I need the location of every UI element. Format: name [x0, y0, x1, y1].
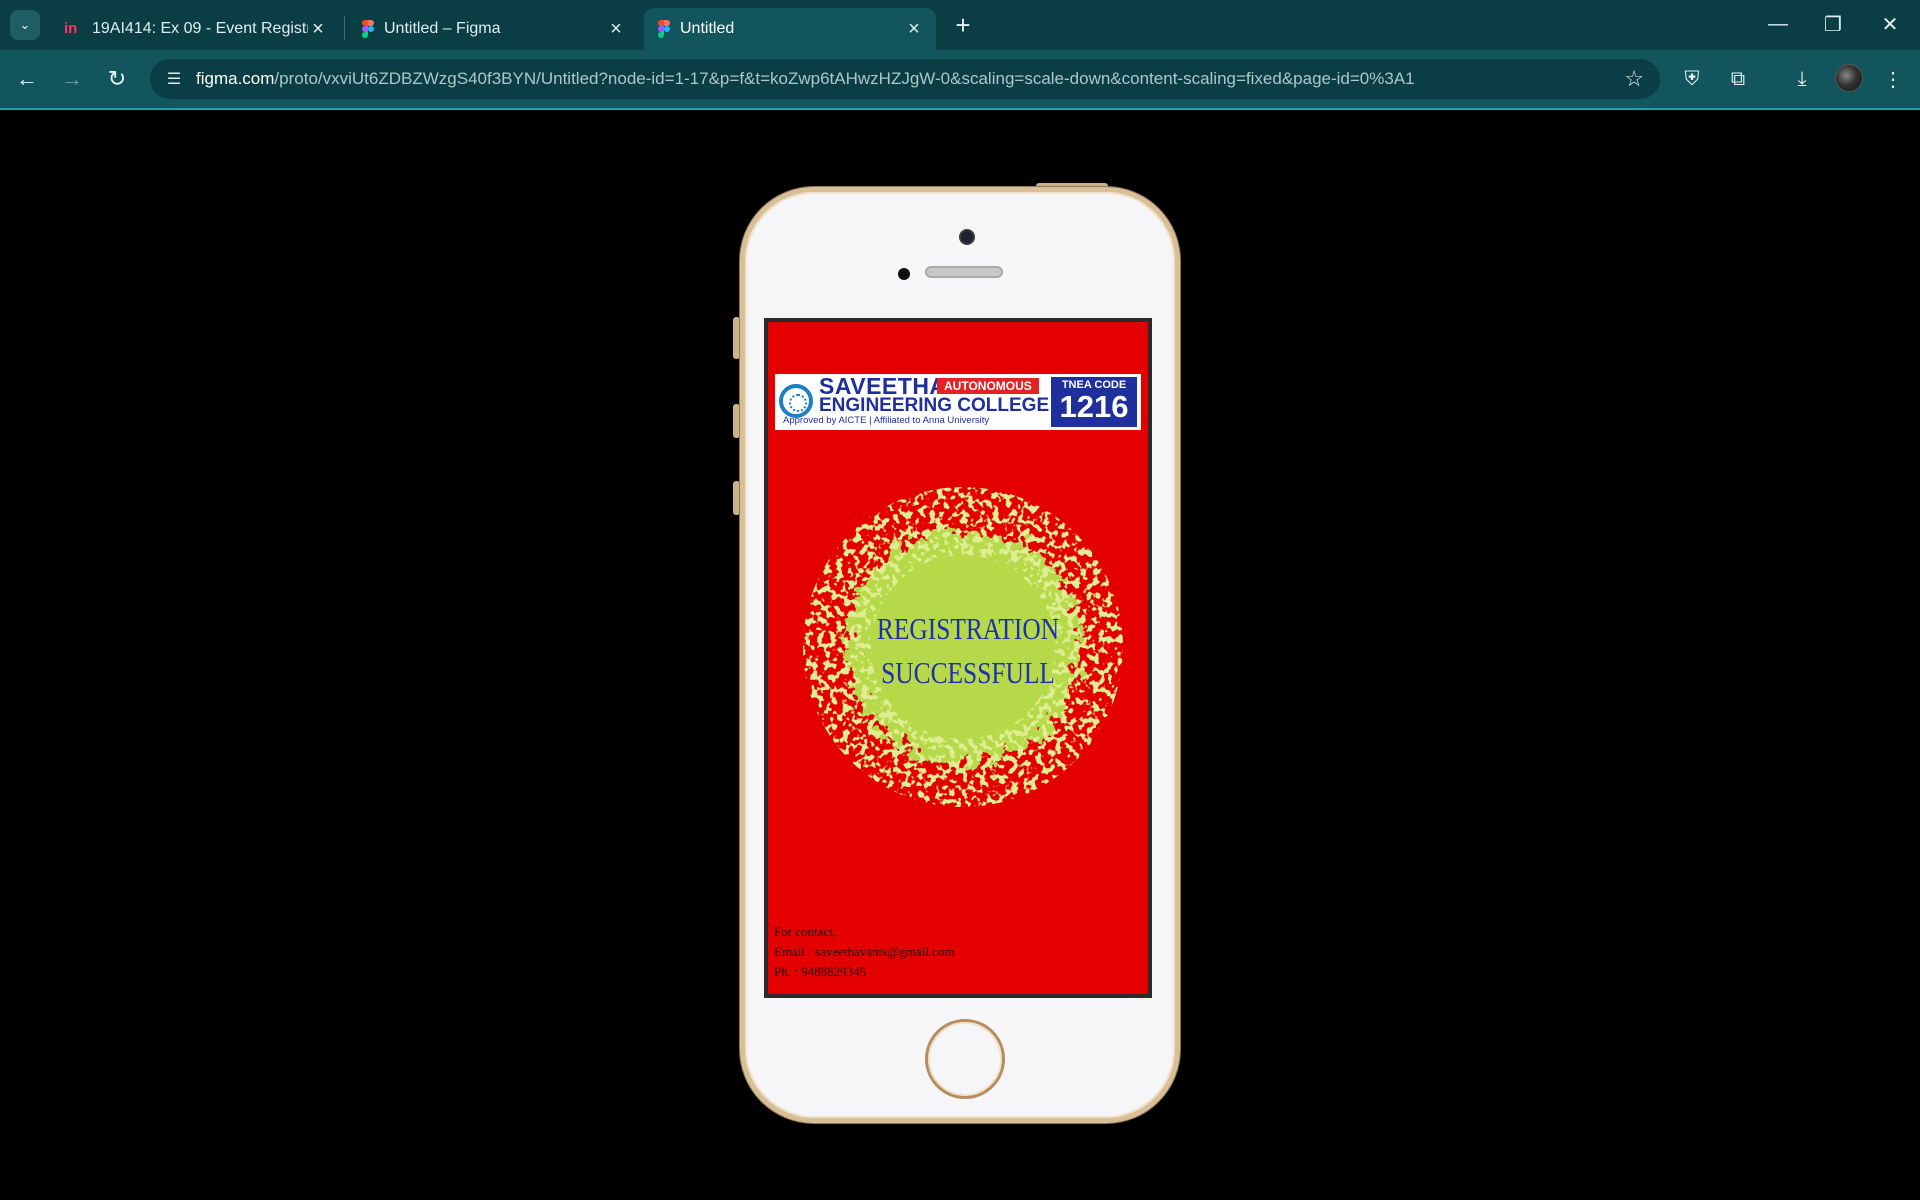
invision-icon: in: [64, 20, 78, 37]
contact-info: For contact, Email : saveethavants@gmail…: [774, 922, 955, 982]
phone-mute-switch: [733, 317, 740, 359]
tnea-code-box: TNEA CODE 1216: [1051, 377, 1137, 427]
logo-name: SAVEETHA: [819, 373, 947, 399]
shield-extension-icon[interactable]: ⛨: [1677, 64, 1707, 94]
close-icon: ✕: [1881, 13, 1899, 36]
tab-title: Untitled – Figma: [384, 20, 501, 37]
tab-title: 19AI414: Ex 09 - Event Registrat: [92, 20, 308, 37]
tab-event-registration[interactable]: in 19AI414: Ex 09 - Event Registrat ×: [50, 8, 340, 50]
profile-avatar[interactable]: [1835, 64, 1863, 92]
url-host: figma.com: [196, 69, 275, 88]
tab-search-button[interactable]: ⌄: [10, 10, 40, 40]
tab-untitled-active[interactable]: Untitled ×: [644, 8, 936, 50]
back-button[interactable]: ←: [10, 62, 44, 96]
site-info-icon[interactable]: ☰: [162, 67, 186, 91]
registration-message: REGISTRATION SUCCESSFULL: [870, 607, 1067, 695]
tab-divider: [344, 16, 345, 40]
logo-subtitle: ENGINEERING COLLEGE: [819, 395, 1050, 416]
reload-icon: ↻: [107, 66, 127, 91]
url-path: /proto/vxviUt6ZDBZWzgS40f3BYN/Untitled?n…: [274, 69, 1415, 88]
forward-button[interactable]: →: [55, 62, 89, 96]
chevron-down-icon: ⌄: [19, 17, 31, 32]
tab-bar: ⌄ in 19AI414: Ex 09 - Event Registrat × …: [0, 0, 1920, 50]
plus-icon: +: [955, 9, 971, 40]
minimize-icon: —: [1768, 12, 1788, 35]
figma-icon: [362, 20, 374, 38]
tab-title: Untitled: [680, 20, 735, 37]
close-window-button[interactable]: ✕: [1868, 8, 1912, 40]
browser-toolbar: ← → ↻ ☰ figma.com/proto/vxviUt6ZDBZWzgS4…: [0, 50, 1920, 110]
new-tab-button[interactable]: +: [948, 10, 978, 40]
download-icon[interactable]: ⤓: [1787, 64, 1817, 94]
contact-heading: For contact,: [774, 924, 837, 939]
college-seal-icon: [779, 384, 813, 418]
extensions-puzzle-icon[interactable]: ⧉: [1723, 64, 1753, 94]
arrow-right-icon: →: [61, 66, 83, 91]
close-icon[interactable]: ×: [308, 18, 328, 41]
message-line-2: SUCCESSFULL: [881, 655, 1055, 690]
logo-tagline: Approved by AICTE | Affiliated to Anna U…: [783, 415, 990, 426]
phone-frame: SAVEETHA AUTONOMOUS ENGINEERING COLLEGE …: [740, 187, 1180, 1123]
prototype-screen[interactable]: SAVEETHA AUTONOMOUS ENGINEERING COLLEGE …: [764, 318, 1152, 998]
phone-volume-up: [733, 404, 740, 438]
tnea-code: 1216: [1059, 389, 1129, 424]
message-line-1: REGISTRATION: [876, 611, 1060, 646]
bookmark-star-icon[interactable]: ☆: [1624, 67, 1644, 91]
contact-phone: Ph. : 9488829345: [774, 964, 867, 979]
url-text[interactable]: figma.com/proto/vxviUt6ZDBZWzgS40f3BYN/U…: [196, 69, 1415, 89]
figma-icon: [658, 20, 670, 38]
restore-icon: ❐: [1824, 13, 1842, 36]
minimize-button[interactable]: —: [1756, 8, 1800, 40]
tab-figma[interactable]: Untitled – Figma ×: [348, 8, 638, 50]
close-icon[interactable]: ×: [606, 18, 626, 41]
earpiece-speaker: [925, 266, 1003, 278]
front-camera: [959, 229, 975, 245]
college-logo: SAVEETHA AUTONOMOUS ENGINEERING COLLEGE …: [775, 374, 1141, 430]
reload-button[interactable]: ↻: [100, 62, 134, 96]
phone-volume-down: [733, 481, 740, 515]
address-bar[interactable]: ☰ figma.com/proto/vxviUt6ZDBZWzgS40f3BYN…: [150, 59, 1660, 99]
restore-button[interactable]: ❐: [1811, 8, 1855, 40]
logo-badge: AUTONOMOUS: [937, 378, 1039, 394]
close-icon[interactable]: ×: [904, 18, 924, 41]
menu-kebab-icon[interactable]: ⋮: [1878, 64, 1908, 94]
contact-email: Email : saveethavants@gmail.com: [774, 944, 955, 959]
home-button[interactable]: [925, 1019, 1005, 1099]
proximity-sensor: [898, 268, 910, 280]
arrow-left-icon: ←: [16, 66, 38, 91]
